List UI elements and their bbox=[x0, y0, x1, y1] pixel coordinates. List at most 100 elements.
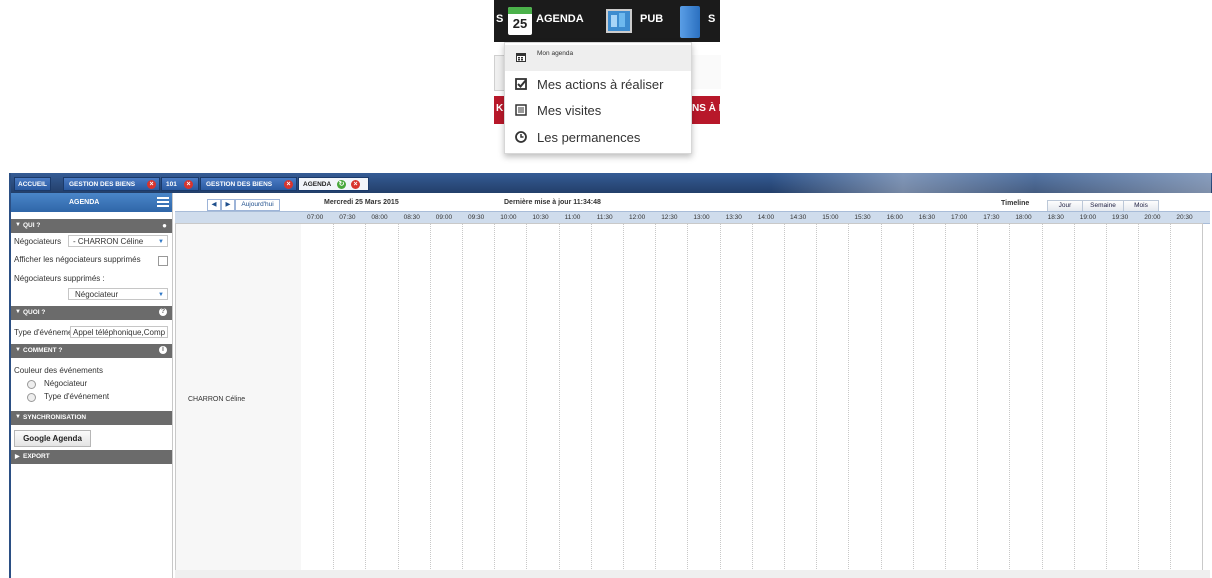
section-qui-header[interactable]: ▼ QUI ? ● bbox=[11, 219, 172, 233]
tab-label: GESTION DES BIENS bbox=[69, 181, 136, 188]
time-label: 15:00 bbox=[822, 214, 839, 221]
section-title: QUI ? bbox=[23, 222, 41, 229]
checkbox-icon bbox=[515, 78, 527, 90]
sidebar-header: AGENDA bbox=[11, 193, 172, 212]
event-type-select[interactable]: Appel téléphonique,Comp bbox=[70, 326, 168, 338]
show-deleted-checkbox[interactable] bbox=[158, 256, 168, 266]
top-navigation-bar: S 25 AGENDA PUB S bbox=[494, 0, 720, 42]
chevron-down-icon: ▼ bbox=[15, 347, 21, 353]
grid-column-line bbox=[816, 224, 818, 571]
tab-gestion-des-biens-1[interactable]: GESTION DES BIENS × bbox=[63, 177, 160, 191]
nav-item-partial-left[interactable]: S bbox=[496, 13, 503, 25]
header-decoration-image bbox=[771, 173, 1211, 193]
nav-item-agenda[interactable]: AGENDA bbox=[536, 13, 584, 25]
section-export-header[interactable]: ▶ EXPORT bbox=[11, 450, 172, 464]
deleted-negociateurs-label: Négociateurs supprimés : bbox=[14, 274, 105, 283]
time-label: 20:30 bbox=[1176, 214, 1193, 221]
color-by-event-type-radio[interactable] bbox=[27, 393, 36, 402]
menu-item-mes-actions[interactable]: Mes actions à réaliser bbox=[505, 72, 691, 98]
time-label: 18:00 bbox=[1015, 214, 1032, 221]
pub-icon bbox=[606, 9, 632, 33]
negociateurs-select[interactable]: - CHARRON Céline ▼ bbox=[68, 235, 168, 247]
tab-101[interactable]: 101 × bbox=[161, 177, 199, 191]
tab-accueil[interactable]: ACCUEIL bbox=[14, 177, 51, 191]
deleted-negociateurs-value: Négociateur bbox=[75, 290, 119, 299]
time-label: 07:30 bbox=[339, 214, 356, 221]
section-title: EXPORT bbox=[23, 453, 50, 460]
prev-button[interactable]: ◀ bbox=[207, 199, 221, 211]
red-banner-text-left: K bbox=[496, 103, 504, 114]
close-icon[interactable]: × bbox=[351, 180, 360, 189]
user-icon: ● bbox=[162, 221, 167, 230]
grid-column-line bbox=[977, 224, 979, 571]
grid-column-line bbox=[365, 224, 367, 571]
agenda-dropdown-menu: Mon agenda Mes actions à réaliser Mes vi… bbox=[504, 42, 692, 154]
time-label: 08:30 bbox=[403, 214, 420, 221]
menu-item-mes-visites[interactable]: Mes visites bbox=[505, 98, 691, 124]
negociateurs-select-value: - CHARRON Céline bbox=[73, 237, 144, 246]
time-label: 11:00 bbox=[564, 214, 581, 221]
calendar-icon bbox=[516, 53, 526, 62]
timeline-grid[interactable] bbox=[301, 223, 1203, 572]
current-date: Mercredi 25 Mars 2015 bbox=[324, 199, 399, 206]
color-by-negociateur-radio[interactable] bbox=[27, 380, 36, 389]
nav-item-pub[interactable]: PUB bbox=[640, 13, 663, 25]
section-quoi-header[interactable]: ▼ QUOI ? ? bbox=[11, 306, 172, 320]
chevron-down-icon: ▼ bbox=[158, 239, 164, 245]
today-button[interactable]: Aujourd'hui bbox=[235, 199, 280, 211]
section-comment-header[interactable]: ▼ COMMENT ? i bbox=[11, 344, 172, 358]
application-frame: ACCUEIL GESTION DES BIENS × 101 × GESTION … bbox=[9, 173, 1212, 578]
last-update: Dernière mise à jour 11:34:48 bbox=[504, 199, 601, 206]
book-icon bbox=[680, 6, 700, 38]
time-label: 12:30 bbox=[661, 214, 678, 221]
background-red-banner-right: NS À L bbox=[690, 96, 725, 124]
menu-item-label: Mes visites bbox=[537, 103, 602, 118]
menu-item-les-permanences[interactable]: Les permanences bbox=[505, 125, 691, 151]
grid-column-line bbox=[655, 224, 657, 571]
hamburger-menu-icon[interactable] bbox=[157, 196, 169, 208]
refresh-icon[interactable]: ↻ bbox=[337, 180, 346, 189]
chevron-down-icon: ▼ bbox=[158, 292, 164, 298]
grid-column-line bbox=[945, 224, 946, 571]
grid-column-line bbox=[719, 224, 721, 571]
sidebar: AGENDA ▼ QUI ? ● Négociateurs - CHARRON … bbox=[11, 193, 173, 578]
time-label: 12:00 bbox=[629, 214, 646, 221]
time-label: 07:00 bbox=[307, 214, 324, 221]
deleted-negociateurs-select[interactable]: Négociateur ▼ bbox=[68, 288, 168, 300]
chevron-down-icon: ▼ bbox=[15, 309, 21, 315]
horizontal-scrollbar[interactable] bbox=[175, 570, 1210, 578]
event-color-label: Couleur des événements bbox=[14, 366, 103, 375]
google-agenda-button[interactable]: Google Agenda bbox=[14, 430, 91, 447]
tab-agenda[interactable]: AGENDA ↻ × bbox=[298, 177, 369, 191]
view-timeline[interactable]: Timeline bbox=[1001, 200, 1029, 207]
event-type-label: Type d'événeme bbox=[14, 328, 73, 337]
arrow-right-icon: ▶ bbox=[225, 201, 231, 208]
nav-item-partial-right[interactable]: S bbox=[708, 13, 715, 25]
close-icon[interactable]: × bbox=[184, 180, 193, 189]
time-label: 10:00 bbox=[500, 214, 517, 221]
menu-item-label: Mon agenda bbox=[537, 50, 574, 57]
tab-label: ACCUEIL bbox=[18, 181, 47, 188]
grid-column-line bbox=[397, 224, 399, 571]
arrow-left-icon: ◀ bbox=[211, 201, 217, 208]
section-sync-header[interactable]: ▼ SYNCHRONISATION bbox=[11, 411, 172, 425]
tab-gestion-des-biens-2[interactable]: GESTION DES BIENS × bbox=[200, 177, 297, 191]
calendar-day-number: 25 bbox=[512, 16, 528, 31]
resource-column: CHARRON Céline bbox=[175, 223, 303, 572]
calendar-icon: 25 bbox=[508, 7, 532, 35]
chevron-down-icon: ▼ bbox=[15, 222, 21, 228]
section-title: COMMENT ? bbox=[23, 347, 63, 354]
negociateurs-label: Négociateurs bbox=[14, 237, 62, 246]
time-label: 16:00 bbox=[886, 214, 903, 221]
tab-label: 101 bbox=[166, 181, 177, 188]
time-label: 09:30 bbox=[468, 214, 485, 221]
calendar-main: ◀ ▶ Aujourd'hui Mercredi 25 Mars 2015 De… bbox=[175, 193, 1212, 578]
tab-bar: ACCUEIL GESTION DES BIENS × 101 × GESTION … bbox=[11, 173, 1212, 193]
next-button[interactable]: ▶ bbox=[221, 199, 235, 211]
time-label: 10:30 bbox=[532, 214, 549, 221]
close-icon[interactable]: × bbox=[284, 180, 293, 189]
menu-item-mon-agenda[interactable]: Mon agenda bbox=[505, 45, 691, 71]
close-icon[interactable]: × bbox=[147, 180, 156, 189]
grid-column-line bbox=[623, 224, 624, 571]
section-title: SYNCHRONISATION bbox=[23, 414, 87, 421]
